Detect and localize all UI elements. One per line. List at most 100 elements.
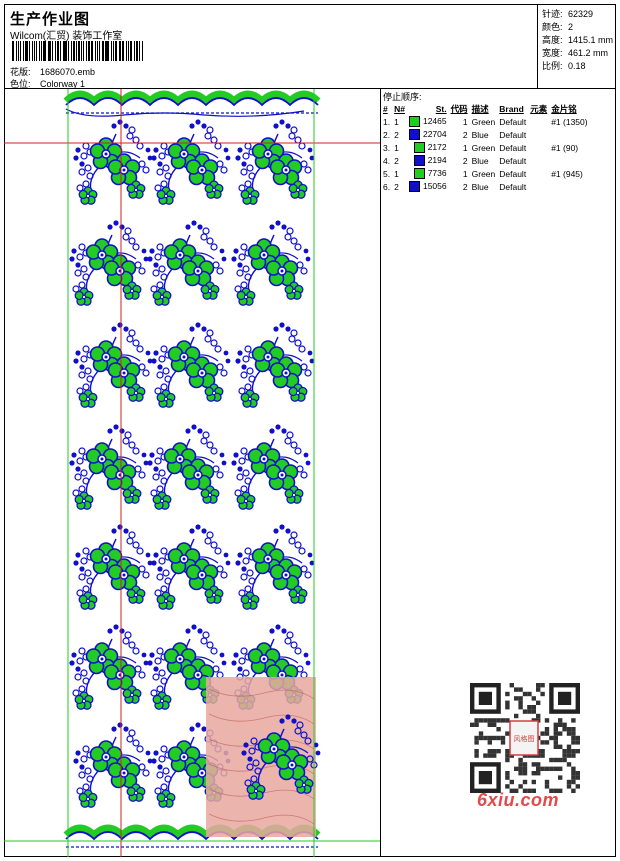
stitch-count: 15056	[422, 180, 447, 191]
row-stitches: 2194	[407, 154, 449, 167]
watermark-logo: 6xiu.com	[477, 790, 560, 810]
embroidery-motif	[147, 220, 226, 305]
row-code: 1	[462, 116, 468, 127]
thread-color-swatch	[413, 155, 425, 167]
row-sequin	[549, 154, 589, 167]
row-element	[528, 115, 549, 128]
row-needle: 1	[394, 168, 399, 179]
embroidery-motif	[151, 322, 230, 407]
stitch-count: 22704	[422, 128, 447, 139]
row-description: Blue	[471, 129, 489, 140]
row-sequin: #1 (945)	[551, 168, 583, 179]
colorway-value: Colorway 1	[40, 79, 86, 89]
row-index: 4.	[383, 155, 391, 166]
header-left: 生产作业图 Wilcom(汇贸) 装饰工作室 花版: 1686070.emb 色位…	[4, 4, 538, 89]
embroidery-motif	[69, 624, 148, 709]
embroidery-motif	[151, 524, 230, 609]
row-brand: Default	[499, 155, 527, 166]
row-stitches: 12465	[407, 115, 449, 128]
table-row: 5. 1 7736 1 Green Default #1 (945)	[381, 167, 590, 180]
company-name: Wilcom(汇贸) 装饰工作室	[10, 31, 123, 42]
col-description: 描述	[471, 104, 489, 114]
row-element	[528, 154, 549, 167]
row-needle: 2	[394, 181, 399, 192]
qr-code: 风格图	[470, 683, 580, 793]
stop-sequence-table: # N# St. 代码 描述 Brand 元素 金片铭 1. 1 12465 1 Gre…	[381, 103, 590, 193]
embroidery-motif	[231, 424, 310, 509]
row-element	[528, 180, 549, 193]
embroidery-motif	[69, 220, 148, 305]
row-element	[528, 167, 549, 180]
row-description: Green	[471, 168, 496, 179]
row-brand: Default	[499, 116, 527, 127]
col-sequin: 金片铭	[551, 104, 577, 114]
row-sequin: #1 (90)	[551, 142, 579, 153]
spec-scale: 比例: 0.18	[542, 61, 586, 71]
thread-color-swatch	[413, 168, 425, 180]
row-needle: 1	[394, 116, 399, 127]
row-code: 2	[462, 181, 468, 192]
table-row: 1. 1 12465 1 Green Default #1 (1350)	[381, 115, 590, 128]
design-value: 1686070.emb	[40, 67, 96, 77]
stitch-count: 2172	[427, 141, 447, 152]
spec-colors: 颜色: 2	[542, 22, 574, 32]
row-stitches: 7736	[407, 167, 449, 180]
row-code: 1	[462, 168, 468, 179]
embroidery-motif	[235, 524, 314, 609]
stop-sequence-title: 停止顺序:	[383, 92, 422, 102]
row-index: 1.	[383, 116, 391, 127]
row-index: 3.	[383, 142, 391, 153]
table-row: 2. 2 22704 2 Blue Default	[381, 128, 590, 141]
page-title: 生产作业图	[10, 11, 91, 28]
row-description: Blue	[471, 155, 489, 166]
scallop-top-border	[66, 94, 318, 117]
row-code: 2	[462, 129, 468, 140]
row-sequin	[549, 128, 589, 141]
row-brand: Default	[499, 181, 527, 192]
barcode	[12, 41, 144, 61]
embroidery-motif	[69, 424, 148, 509]
row-sequin	[549, 180, 589, 193]
row-description: Blue	[471, 181, 489, 192]
row-stitches: 22704	[407, 128, 449, 141]
embroidery-motif	[235, 119, 314, 204]
row-description: Green	[471, 142, 496, 153]
spec-stitches: 针迹: 62329	[542, 9, 594, 19]
embroidery-motif	[147, 424, 226, 509]
thread-color-swatch	[408, 181, 420, 193]
row-description: Green	[471, 116, 496, 127]
stitch-count: 7736	[427, 167, 447, 178]
col-brand: Brand	[499, 104, 524, 114]
row-stitches: 15056	[407, 180, 449, 193]
row-element	[528, 128, 549, 141]
row-index: 2.	[383, 129, 391, 140]
col-index: #	[383, 104, 388, 114]
row-stitches: 2172	[407, 141, 449, 154]
row-needle: 2	[394, 155, 399, 166]
embroidery-motif	[151, 119, 230, 204]
col-element: 元素	[530, 104, 548, 114]
thread-color-swatch	[413, 142, 425, 154]
embroidery-motif	[73, 524, 152, 609]
spec-width: 宽度: 461.2 mm	[542, 48, 609, 58]
row-needle: 2	[394, 129, 399, 140]
row-brand: Default	[499, 168, 527, 179]
row-code: 1	[462, 142, 468, 153]
col-stitches: St.	[435, 104, 447, 114]
row-sequin: #1 (1350)	[551, 116, 588, 127]
embroidery-drawing	[4, 89, 380, 857]
embroidery-motif	[73, 322, 152, 407]
table-row: 6. 2 15056 2 Blue Default	[381, 180, 590, 193]
seal-text: 风格图	[514, 734, 535, 743]
row-needle: 1	[394, 142, 399, 153]
table-row: 3. 1 2172 1 Green Default #1 (90)	[381, 141, 590, 154]
thread-color-swatch	[408, 129, 420, 141]
table-row: 4. 2 2194 2 Blue Default	[381, 154, 590, 167]
embroidery-preview	[4, 89, 381, 857]
embroidery-motif	[73, 119, 152, 204]
row-code: 2	[462, 155, 468, 166]
row-brand: Default	[499, 129, 527, 140]
embroidery-motif	[73, 722, 152, 807]
embroidery-motif	[231, 220, 310, 305]
embroidery-motif	[235, 322, 314, 407]
